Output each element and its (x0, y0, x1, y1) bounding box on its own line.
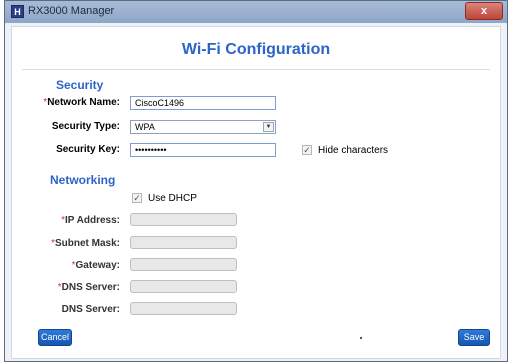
dns-server-2-label: DNS Server: (61, 304, 120, 315)
use-dhcp-checkbox[interactable]: ✓ (132, 193, 142, 203)
save-button[interactable]: Save (458, 329, 490, 346)
title-bar: H RX3000 Manager x (5, 1, 507, 23)
hide-characters-checkbox[interactable]: ✓ (302, 145, 312, 155)
subnet-mask-label: *Subnet Mask: (51, 238, 120, 249)
cancel-button[interactable]: Cancel (38, 329, 72, 346)
dns-server-1-input[interactable] (130, 280, 237, 293)
use-dhcp-label: Use DHCP (148, 193, 197, 204)
app-logo-icon: H (11, 5, 24, 18)
security-key-label: Security Key: (56, 144, 120, 155)
subnet-mask-input[interactable] (130, 236, 237, 249)
wifi-config-panel: Wi-Fi Configuration Security *Network Na… (11, 26, 501, 359)
dialog-title: Wi-Fi Configuration (181, 41, 331, 58)
security-type-value: WPA (135, 122, 155, 132)
networking-heading: Networking (50, 173, 116, 187)
network-name-input[interactable]: CiscoC1496 (130, 96, 276, 110)
app-window: H RX3000 Manager x Wi-Fi Configuration S… (4, 0, 508, 362)
dns-server-2-input[interactable] (130, 302, 237, 315)
ip-address-input[interactable] (130, 213, 237, 226)
gateway-label: *Gateway: (71, 260, 120, 271)
network-name-label: *Network Name: (43, 97, 120, 108)
window-title: RX3000 Manager (28, 5, 115, 17)
security-type-label: Security Type: (51, 121, 120, 132)
security-heading: Security (56, 78, 104, 92)
title-divider (22, 69, 490, 70)
ip-address-label: *IP Address: (61, 215, 120, 226)
security-key-input[interactable]: •••••••••• (130, 143, 276, 157)
dns-server-1-label: *DNS Server: (57, 282, 120, 293)
separator-dot (360, 337, 362, 339)
hide-characters-label: Hide characters (318, 145, 389, 156)
close-button[interactable]: x (465, 2, 503, 20)
security-type-select[interactable]: WPA ▼ (130, 120, 276, 134)
chevron-down-icon[interactable]: ▼ (263, 122, 274, 132)
gateway-input[interactable] (130, 258, 237, 271)
